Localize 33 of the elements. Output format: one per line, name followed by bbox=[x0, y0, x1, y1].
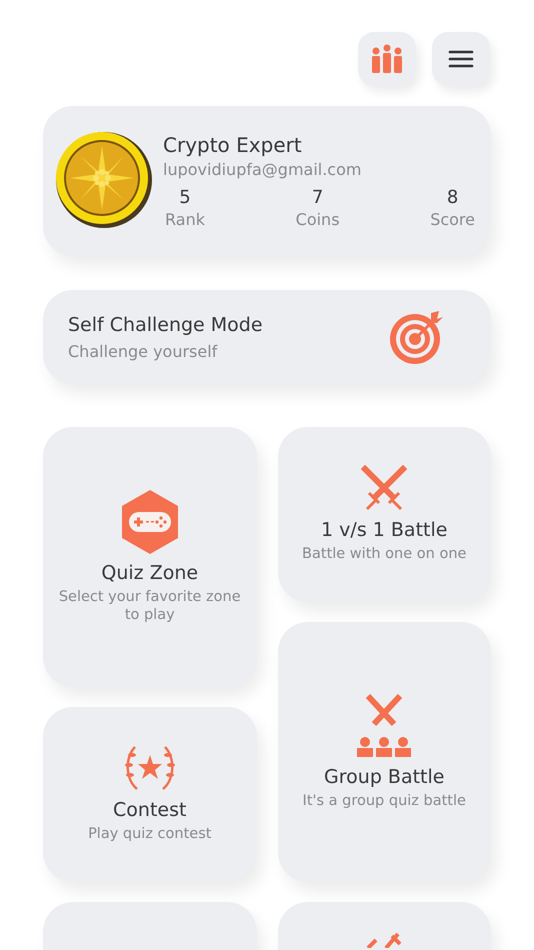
mode-subtitle: Battle with one on one bbox=[302, 545, 466, 564]
stat-label: Score bbox=[430, 210, 475, 229]
stat-value: 8 bbox=[446, 187, 458, 208]
self-challenge-card[interactable]: Self Challenge Mode Challenge yourself bbox=[43, 290, 491, 384]
mode-card[interactable]: 1 v/s 1 Battle Battle with one on one bbox=[278, 427, 491, 602]
stat-label: Coins bbox=[296, 210, 340, 229]
stat-value: 5 bbox=[179, 187, 191, 208]
player-name: Crypto Expert bbox=[163, 133, 303, 157]
mode-card[interactable]: Contest Play quiz contest bbox=[43, 707, 256, 882]
crossed-swords-icon bbox=[361, 465, 408, 512]
group-battle-icon bbox=[356, 694, 412, 758]
menu-icon bbox=[448, 49, 474, 69]
mode-card[interactable]: Group Battle It's a group quiz battle bbox=[278, 622, 491, 882]
menu-button[interactable] bbox=[432, 32, 490, 86]
gamepad-icon bbox=[120, 490, 179, 554]
mode-card[interactable]: Quiz Zone Select your favorite zone to play bbox=[43, 427, 256, 687]
stat-value: 7 bbox=[312, 187, 324, 208]
podium-icon bbox=[370, 44, 404, 74]
coin-avatar-icon bbox=[55, 131, 153, 229]
mode-title: Quiz Zone bbox=[101, 562, 198, 584]
mode-subtitle: Play quiz contest bbox=[88, 825, 212, 844]
challenge-subtitle: Challenge yourself bbox=[68, 342, 218, 360]
laurel-star-icon bbox=[122, 745, 177, 792]
stat-label: Rank bbox=[165, 210, 205, 229]
mode-title: Group Battle bbox=[324, 766, 444, 788]
mode-subtitle: It's a group quiz battle bbox=[302, 792, 466, 810]
leaderboard-button[interactable] bbox=[358, 32, 416, 86]
challenge-title: Self Challenge Mode bbox=[68, 314, 263, 336]
mode-title: Contest bbox=[113, 799, 186, 822]
player-email: lupovidiupfa@gmail.com bbox=[163, 160, 362, 179]
mode-subtitle: Select your favorite zone to play bbox=[58, 588, 242, 624]
target-icon bbox=[389, 309, 445, 365]
mode-title: 1 v/s 1 Battle bbox=[321, 519, 448, 542]
